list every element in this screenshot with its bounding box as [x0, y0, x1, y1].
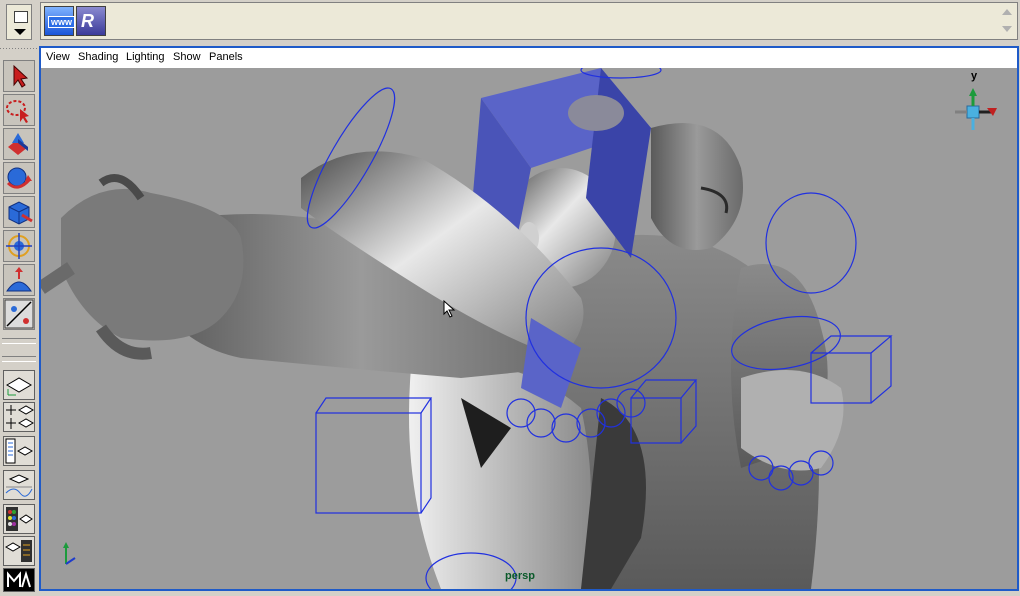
rotate-tool[interactable] — [3, 162, 35, 194]
layout-single-pane[interactable] — [3, 370, 35, 400]
web-browser-icon: www — [48, 16, 76, 28]
layout-four-pane[interactable] — [3, 402, 35, 432]
single-pane-icon — [6, 377, 32, 396]
lasso-tool[interactable] — [3, 94, 35, 126]
show-manipulator[interactable] — [3, 298, 35, 330]
perspective-viewport[interactable]: y persp — [41, 68, 1017, 589]
persp-outliner-icon — [4, 540, 32, 562]
soft-modification-tool[interactable] — [3, 264, 35, 296]
show-manip-icon — [4, 299, 34, 329]
chevron-up-icon[interactable] — [1002, 9, 1012, 15]
shelf-scrollbar[interactable] — [1001, 6, 1014, 36]
layout-persp-outliner[interactable] — [3, 536, 35, 566]
layout-hypershade-persp[interactable] — [3, 504, 35, 534]
four-pane-icon — [6, 405, 35, 429]
manipulator-icon — [6, 233, 32, 259]
universal-manipulator[interactable] — [3, 230, 35, 262]
render-button[interactable]: R — [76, 6, 106, 36]
camera-name-label: persp — [505, 570, 535, 582]
move-tool[interactable] — [3, 128, 35, 160]
menu-lighting[interactable]: Lighting — [126, 51, 165, 63]
toolbox — [0, 56, 38, 592]
maya-logo — [3, 568, 35, 592]
viewport-panel: View Shading Lighting Show Panels y pers… — [39, 46, 1019, 591]
panel-menu-bar: View Shading Lighting Show Panels — [41, 48, 1017, 69]
menu-panels[interactable]: Panels — [209, 51, 243, 63]
scale-icon — [8, 201, 33, 225]
render-icon: R — [81, 11, 94, 31]
menu-shading[interactable]: Shading — [78, 51, 118, 63]
persp-graph-icon — [5, 474, 33, 497]
shelf-area: www R — [0, 0, 1020, 44]
right-arm-mesh — [731, 264, 844, 471]
toolbox-separator — [2, 356, 36, 362]
soft-mod-icon — [6, 267, 32, 292]
shelf: www R — [40, 2, 1018, 40]
scale-tool[interactable] — [3, 196, 35, 228]
chevron-down-icon — [14, 29, 26, 35]
layout-persp-graph[interactable] — [3, 470, 35, 500]
layout-outliner-persp[interactable] — [3, 436, 35, 466]
arrow-icon — [13, 64, 29, 88]
select-tool[interactable] — [3, 60, 35, 92]
move-icon — [8, 133, 28, 155]
view-cube-y-label: y — [971, 70, 978, 82]
outliner-persp-icon — [5, 438, 34, 464]
scene-render — [41, 68, 997, 589]
hypershade-persp-icon — [6, 507, 33, 531]
maya-logo-icon — [7, 570, 31, 588]
shelf-square-icon — [14, 11, 28, 23]
chevron-down-icon[interactable] — [1002, 26, 1012, 32]
axis-indicator — [63, 542, 76, 565]
menu-view[interactable]: View — [46, 51, 70, 63]
view-cube — [955, 88, 997, 130]
lasso-icon — [6, 100, 29, 123]
menu-show[interactable]: Show — [173, 51, 201, 63]
toolbox-divider[interactable] — [0, 44, 38, 52]
toolbox-separator — [2, 338, 36, 344]
rotate-icon — [6, 167, 32, 189]
head-mesh — [651, 123, 743, 250]
shelf-menu-button[interactable] — [6, 4, 32, 40]
web-browser-button[interactable]: www — [44, 6, 76, 36]
